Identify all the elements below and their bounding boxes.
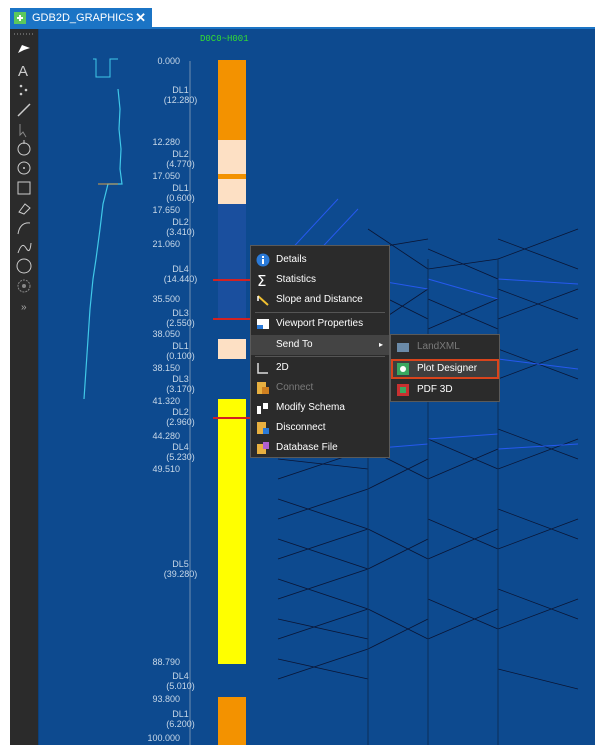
circle-target-icon[interactable] [14,139,34,157]
tab-label: GDB2D_GRAPHICS [32,12,134,24]
depth-label: 44.280 [152,431,180,441]
landxml-icon [396,340,410,354]
menu-item-details[interactable]: Details [251,250,389,270]
sigma-icon: Σ [256,272,270,290]
depth-label: 93.800 [152,694,180,704]
line-icon[interactable] [14,101,34,119]
depth-label: 21.060 [152,239,180,249]
close-icon[interactable]: ✕ [135,8,146,28]
viewport-icon [256,317,270,331]
layer-label: DL4 (5.230) [166,442,195,462]
layer-segment[interactable] [218,140,246,174]
graphics-icon [13,11,27,25]
curve-icon[interactable] [14,239,34,257]
plot-designer-icon [396,362,410,376]
slope-icon [256,293,270,307]
marker-line [213,417,253,419]
context-menu: Details Σ Statistics Slope and Distance … [250,245,390,458]
database-icon [256,441,270,455]
depth-label: 38.150 [152,363,180,373]
marker-line [213,279,253,281]
depth-label: 17.650 [152,205,180,215]
layer-label: DL4 (14.440) [163,264,198,284]
menu-item-statistics[interactable]: Σ Statistics [251,270,389,290]
depth-label: 100.000 [147,733,180,743]
disconnect-icon [256,421,270,435]
depth-label: 88.790 [152,657,180,667]
depth-label: 0.000 [157,56,180,66]
grip-icon[interactable] [10,31,38,37]
circle-icon[interactable] [14,159,34,177]
chevron-right-icon: ▸ [378,340,383,349]
strip-title: D0C0~H001 [200,34,249,44]
2d-icon [256,361,270,375]
select-icon[interactable] [14,39,34,57]
svg-text:A: A [18,63,28,79]
tab-gdb2d-graphics[interactable]: GDB2D_GRAPHICS ✕ [10,8,152,28]
layer-label: DL5 (39.280) [163,559,198,579]
layer-label: DL1 (12.280) [163,85,198,105]
menu-item-modify-schema[interactable]: Modify Schema [251,398,389,418]
schema-icon [256,401,270,415]
layer-segment[interactable] [218,339,246,359]
settings-icon[interactable] [14,277,34,295]
layer-segment[interactable] [218,204,246,319]
menu-separator [255,312,385,313]
layer-segment[interactable] [218,60,246,140]
depth-label: 35.500 [152,294,180,304]
eraser-icon[interactable] [14,199,34,217]
info-icon [256,253,270,267]
menu-item-connect[interactable]: Connect [251,378,389,398]
tool-palette: A » [10,29,38,745]
rectangle-icon[interactable] [14,179,34,197]
layer-label: DL2 (3.410) [166,217,195,237]
pdf3d-icon [396,383,410,397]
svg-text:Σ: Σ [257,273,266,287]
submenu-item-landxml[interactable]: LandXML [391,337,499,357]
menu-item-2d[interactable]: 2D [251,358,389,378]
menu-item-send-to[interactable]: Send To ▸ [251,335,389,355]
layer-label: DL2 (2.960) [166,407,195,427]
menu-separator [255,356,385,357]
depth-label: 49.510 [152,464,180,474]
text-icon[interactable]: A [14,61,34,80]
menu-item-viewport-properties[interactable]: Viewport Properties [251,314,389,334]
submenu-item-pdf-3d[interactable]: PDF 3D [391,380,499,400]
marker-line [213,318,253,320]
tab-bar: GDB2D_GRAPHICS ✕ [0,0,595,28]
more-icon[interactable]: » [14,297,34,315]
svg-text:»: » [21,302,27,313]
layer-label: DL3 (2.550) [166,308,195,328]
depth-label: 38.050 [152,329,180,339]
connect-icon [256,381,270,395]
layer-segment[interactable] [218,399,246,664]
layer-label: DL4 (5.010) [166,671,195,691]
points-icon[interactable] [14,81,34,99]
layer-segment[interactable] [218,179,246,204]
menu-item-slope-and-distance[interactable]: Slope and Distance [251,290,389,310]
menu-item-disconnect[interactable]: Disconnect [251,418,389,438]
layer-label: DL2 (4.770) [166,149,195,169]
layer-label: DL1 (0.600) [166,183,195,203]
layer-label: DL3 (3.170) [166,374,195,394]
layer-label: DL1 (0.100) [166,341,195,361]
polygon-icon[interactable] [14,257,34,275]
arc-icon[interactable] [14,219,34,237]
send-to-submenu: LandXML Plot Designer PDF 3D [390,334,500,402]
layer-label: DL1 (6.200) [166,709,195,729]
layer-segment[interactable] [218,697,246,745]
menu-item-database-file[interactable]: Database File [251,438,389,458]
depth-label: 41.320 [152,396,180,406]
depth-label: 17.050 [152,171,180,181]
submenu-item-plot-designer[interactable]: Plot Designer [391,359,499,379]
depth-label: 12.280 [152,137,180,147]
cursor-icon[interactable] [14,121,34,139]
